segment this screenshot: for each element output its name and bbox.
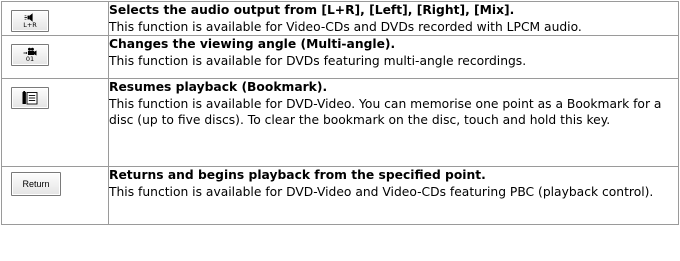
multi-angle-key-label: 01 (25, 55, 35, 64)
description-cell: Selects the audio output from [L+R], [Le… (108, 1, 679, 36)
function-title: Resumes playback (Bookmark). (109, 80, 328, 94)
description-cell: Resumes playback (Bookmark). This functi… (108, 78, 679, 167)
function-title: Returns and begins playback from the spe… (109, 168, 486, 182)
audio-output-key[interactable]: L+R (11, 10, 49, 32)
return-key-label: Return (22, 179, 50, 189)
bookmark-icon (22, 91, 38, 105)
table-row: L+R Selects the audio output from [L+R],… (1, 1, 679, 36)
icon-cell: L+R (1, 1, 109, 36)
function-description: This function is available for DVD-Video… (109, 184, 654, 199)
function-title: Selects the audio output from [L+R], [Le… (109, 3, 515, 17)
icon-cell (1, 78, 109, 167)
function-description: This function is available for DVD-Video… (109, 96, 662, 128)
function-description: This function is available for Video-CDs… (109, 19, 582, 34)
multi-angle-key[interactable]: 01 (11, 44, 49, 66)
description-cell: Changes the viewing angle (Multi-angle).… (108, 35, 679, 79)
audio-output-key-label: L+R (23, 21, 37, 30)
icon-cell: Return (1, 166, 109, 225)
table-row: 01 Changes the viewing angle (Multi-angl… (1, 35, 679, 79)
function-description: This function is available for DVDs feat… (109, 53, 527, 68)
table-row: Resumes playback (Bookmark). This functi… (1, 78, 679, 167)
function-key-table: L+R Selects the audio output from [L+R],… (1, 1, 679, 225)
icon-cell: 01 (1, 35, 109, 79)
function-title: Changes the viewing angle (Multi-angle). (109, 37, 396, 51)
bookmark-key[interactable] (11, 87, 49, 109)
return-key[interactable]: Return (11, 172, 61, 196)
description-cell: Returns and begins playback from the spe… (108, 166, 679, 225)
table-row: Return Returns and begins playback from … (1, 166, 679, 225)
